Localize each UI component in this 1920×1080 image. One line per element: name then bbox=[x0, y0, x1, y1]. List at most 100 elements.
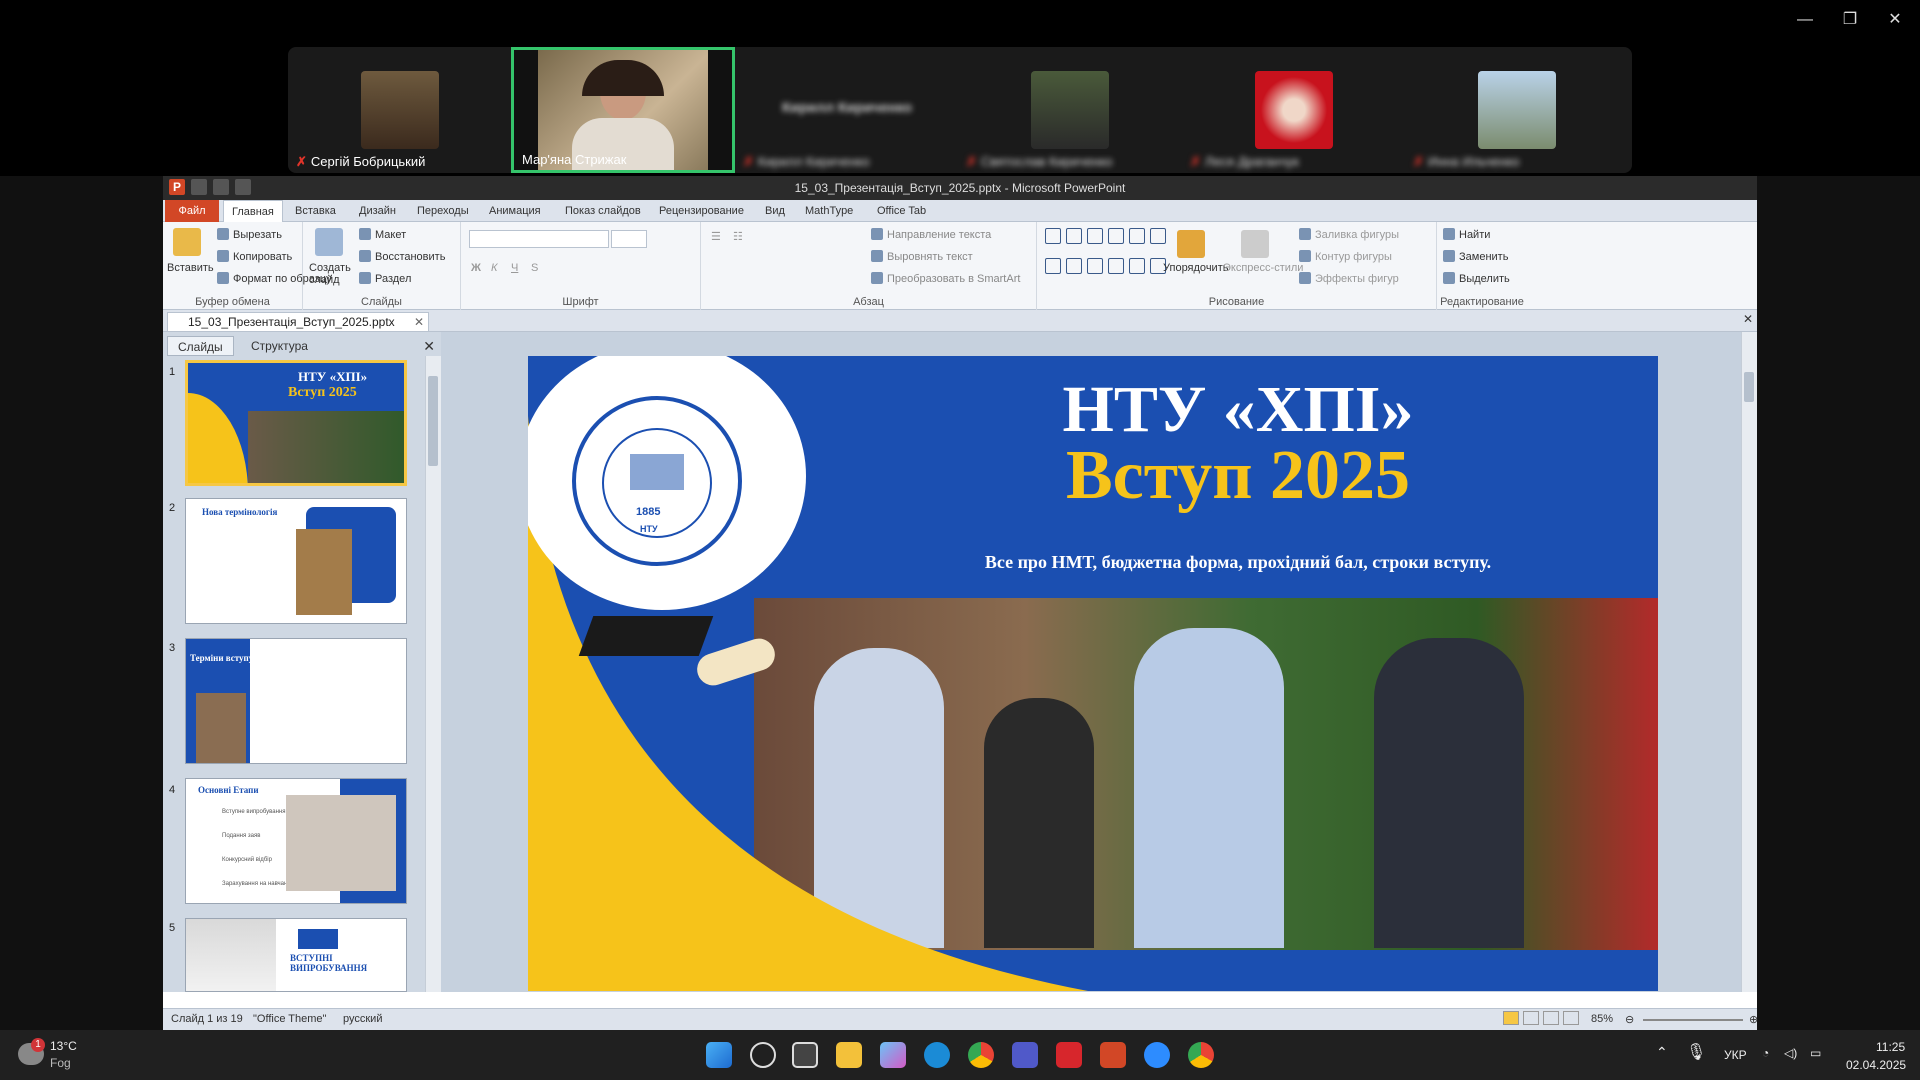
volume-icon[interactable]: ◁) bbox=[1784, 1046, 1797, 1060]
scroll-thumb[interactable] bbox=[428, 376, 438, 466]
font-size-box[interactable] bbox=[611, 230, 647, 248]
tab-home[interactable]: Главная bbox=[223, 200, 283, 222]
powerpoint-icon[interactable] bbox=[1100, 1042, 1126, 1068]
section-button[interactable]: Раздел bbox=[359, 272, 411, 285]
paste-button[interactable]: Вставить bbox=[167, 262, 214, 274]
shapes-gallery[interactable] bbox=[1045, 228, 1166, 284]
copilot-icon[interactable] bbox=[880, 1042, 906, 1068]
cut-button[interactable]: Вырезать bbox=[217, 228, 282, 241]
minimize-icon[interactable]: — bbox=[1785, 10, 1825, 30]
participant-tile[interactable]: Кирилл Кириченко ✗ Кирилл Кириченко bbox=[735, 47, 959, 173]
slideshow-view-icon[interactable] bbox=[1563, 1011, 1579, 1025]
close-doc-icon[interactable]: ✕ bbox=[1743, 312, 1753, 326]
shape-outline-button[interactable]: Контур фигуры bbox=[1299, 250, 1392, 263]
tab-slides[interactable]: Слайды bbox=[167, 336, 234, 356]
tab-officetab[interactable]: Office Tab bbox=[869, 200, 934, 222]
normal-view-icon[interactable] bbox=[1503, 1011, 1519, 1025]
teams-icon[interactable] bbox=[1012, 1042, 1038, 1068]
undo-icon[interactable] bbox=[213, 179, 229, 195]
tab-outline[interactable]: Структура bbox=[241, 336, 318, 356]
reading-view-icon[interactable] bbox=[1543, 1011, 1559, 1025]
tab-transitions[interactable]: Переходы bbox=[409, 200, 477, 222]
editor-scrollbar[interactable] bbox=[1741, 332, 1757, 992]
acrobat-icon[interactable] bbox=[1056, 1042, 1082, 1068]
start-icon[interactable] bbox=[706, 1042, 732, 1068]
sorter-view-icon[interactable] bbox=[1523, 1011, 1539, 1025]
pane-scrollbar[interactable] bbox=[425, 356, 441, 992]
shadow-icon[interactable]: S bbox=[531, 262, 538, 274]
tab-insert[interactable]: Вставка bbox=[287, 200, 344, 222]
participant-name-center: Кирилл Кириченко bbox=[781, 99, 913, 115]
quick-styles-button[interactable]: Экспресс-стили bbox=[1223, 262, 1303, 274]
tab-slideshow[interactable]: Показ слайдов bbox=[557, 200, 649, 222]
clock-time[interactable]: 11:25 bbox=[1876, 1040, 1905, 1054]
chevron-up-icon[interactable]: ⌃ bbox=[1656, 1044, 1668, 1061]
document-tab[interactable]: 15_03_Презентація_Вступ_2025.pptx ✕ bbox=[167, 312, 429, 332]
weather-desc: Fog bbox=[50, 1056, 71, 1070]
shape-effects-button[interactable]: Эффекты фигур bbox=[1299, 272, 1399, 285]
save-icon[interactable] bbox=[191, 179, 207, 195]
scroll-thumb[interactable] bbox=[1744, 372, 1754, 402]
shape-fill-button[interactable]: Заливка фигуры bbox=[1299, 228, 1399, 241]
chrome-profile-icon[interactable] bbox=[1188, 1042, 1214, 1068]
chrome-icon[interactable] bbox=[968, 1042, 994, 1068]
participant-tile[interactable]: ✗ Леся Драганчук bbox=[1182, 47, 1406, 173]
arrange-button[interactable]: Упорядочить bbox=[1163, 262, 1228, 274]
underline-icon[interactable]: Ч bbox=[511, 262, 518, 274]
zoom-slider[interactable] bbox=[1643, 1019, 1743, 1021]
numbering-icon[interactable]: ☷ bbox=[733, 230, 743, 243]
zoom-out-icon[interactable]: ⊖ bbox=[1625, 1013, 1634, 1026]
tab-mathtype[interactable]: MathType bbox=[797, 200, 861, 222]
bullets-icon[interactable]: ☰ bbox=[711, 230, 721, 243]
task-view-icon[interactable] bbox=[792, 1042, 818, 1068]
slide-thumbnail-1[interactable]: НТУ «ХПІ» Вступ 2025 bbox=[185, 360, 407, 486]
restore-icon[interactable]: ❐ bbox=[1830, 10, 1870, 30]
text-direction-button[interactable]: Направление текста bbox=[871, 228, 991, 241]
select-button[interactable]: Выделить bbox=[1443, 272, 1510, 285]
battery-icon[interactable]: ▭ bbox=[1810, 1046, 1821, 1060]
smartart-button[interactable]: Преобразовать в SmartArt bbox=[871, 272, 1020, 285]
zoom-in-icon[interactable]: ⊕ bbox=[1749, 1013, 1758, 1026]
tab-view[interactable]: Вид bbox=[757, 200, 793, 222]
tab-animation[interactable]: Анимация bbox=[481, 200, 549, 222]
italic-icon[interactable]: К bbox=[491, 262, 497, 274]
replace-button[interactable]: Заменить bbox=[1443, 250, 1508, 263]
input-language[interactable]: УКР bbox=[1724, 1048, 1747, 1062]
mic-muted-icon[interactable]: 🎙 bbox=[1686, 1042, 1706, 1062]
participant-tile[interactable]: ✗ Сергій Бобрицький bbox=[288, 47, 512, 173]
close-icon[interactable]: ✕ bbox=[1875, 10, 1915, 30]
bold-icon[interactable]: Ж bbox=[471, 262, 481, 274]
mic-muted-icon: ✗ bbox=[1190, 154, 1201, 169]
slide-thumbnail-5[interactable]: ВСТУПНІ ВИПРОБУВАННЯ bbox=[185, 918, 407, 992]
smartart-icon bbox=[871, 272, 883, 284]
redo-icon[interactable] bbox=[235, 179, 251, 195]
new-slide-button[interactable]: Создать слайд bbox=[309, 262, 357, 286]
participant-tile[interactable]: ✗ Святослав Кириченко bbox=[958, 47, 1182, 173]
edge-icon[interactable] bbox=[924, 1042, 950, 1068]
reset-button[interactable]: Восстановить bbox=[359, 250, 445, 263]
slide-thumbnail-4[interactable]: Основні Етапи Вступне випробування Подан… bbox=[185, 778, 407, 904]
font-name-box[interactable] bbox=[469, 230, 609, 248]
zoom-icon[interactable] bbox=[1144, 1042, 1170, 1068]
tab-file[interactable]: Файл bbox=[165, 200, 219, 222]
clock-date[interactable]: 02.04.2025 bbox=[1846, 1058, 1906, 1072]
close-pane-icon[interactable]: ✕ bbox=[423, 338, 435, 355]
slide-number: 1 bbox=[169, 366, 176, 378]
participant-tile-active[interactable]: Мар'яна Стрижак bbox=[511, 47, 735, 173]
layout-button[interactable]: Макет bbox=[359, 228, 406, 241]
close-tab-icon[interactable]: ✕ bbox=[414, 313, 424, 331]
slide-thumbnail-2[interactable]: Нова термінологія bbox=[185, 498, 407, 624]
search-icon[interactable] bbox=[750, 1042, 776, 1068]
tab-review[interactable]: Рецензирование bbox=[651, 200, 752, 222]
wifi-icon[interactable]: ◔ bbox=[1762, 1046, 1769, 1060]
current-slide[interactable]: 1885 НТУ НТУ «ХПІ» Вступ 2025 Все про НМ… bbox=[528, 356, 1658, 991]
tab-design[interactable]: Дизайн bbox=[351, 200, 404, 222]
file-explorer-icon[interactable] bbox=[836, 1042, 862, 1068]
slide-thumbnail-3[interactable]: Терміни вступу bbox=[185, 638, 407, 764]
find-button[interactable]: Найти bbox=[1443, 228, 1490, 241]
group-drawing: Упорядочить Экспресс-стили Заливка фигур… bbox=[1037, 222, 1437, 310]
quick-access-toolbar: P bbox=[169, 179, 251, 195]
align-text-button[interactable]: Выровнять текст bbox=[871, 250, 973, 263]
participant-tile[interactable]: ✗ Инна Ильченко bbox=[1405, 47, 1629, 173]
copy-button[interactable]: Копировать bbox=[217, 250, 292, 263]
